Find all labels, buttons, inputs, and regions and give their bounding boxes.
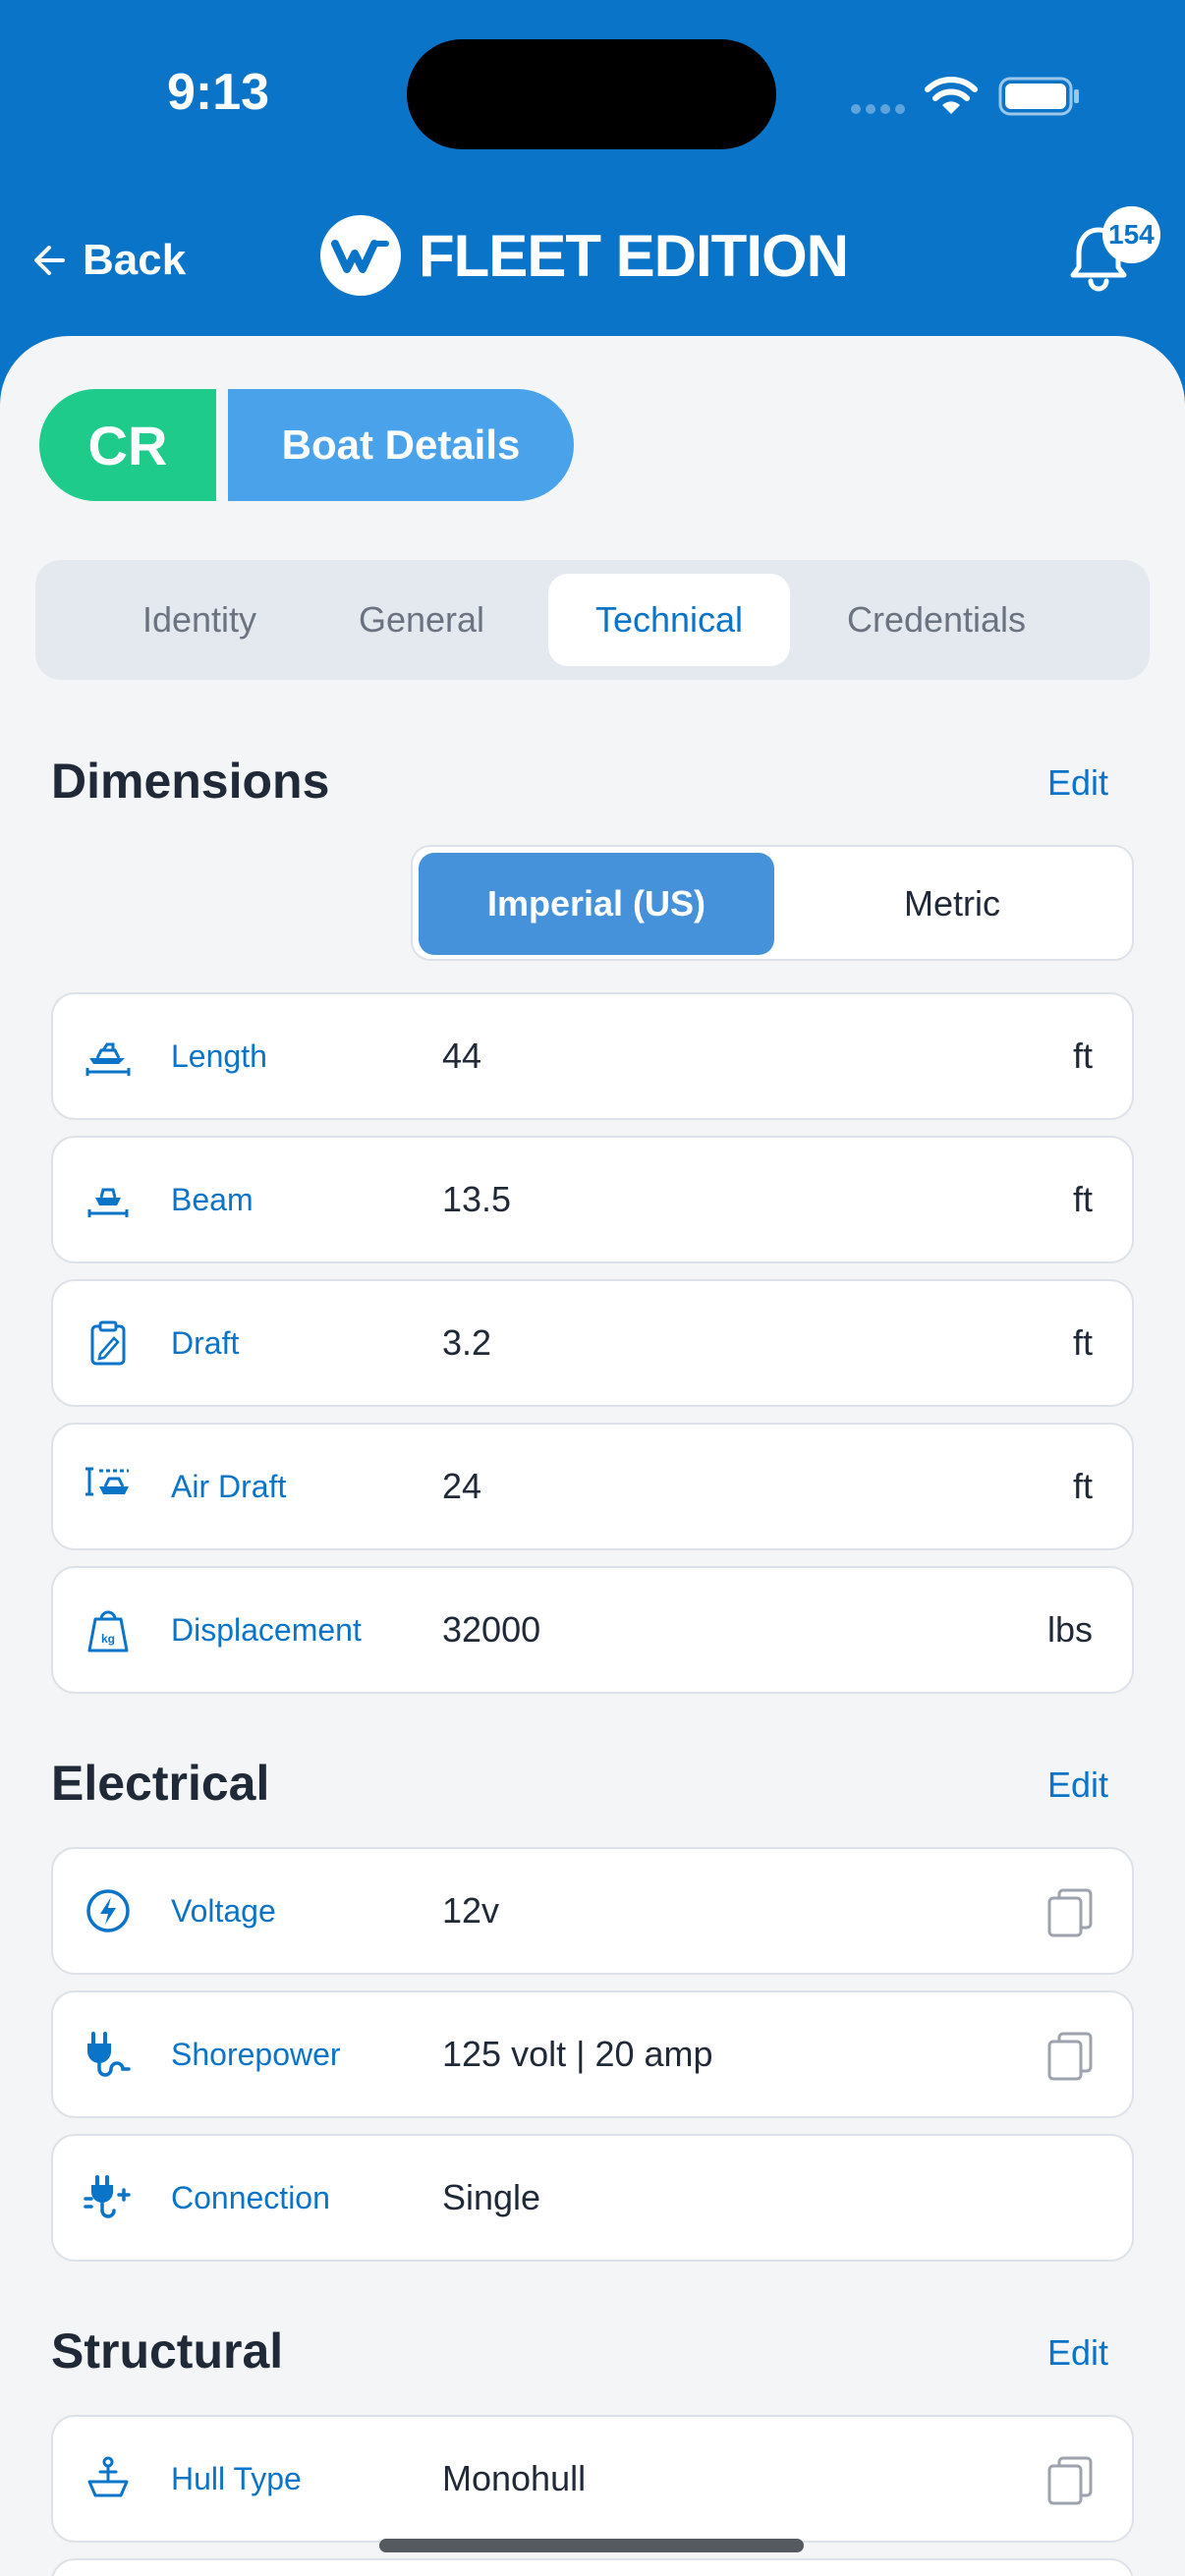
row-value: 24 [442,1466,482,1506]
list-item-voltage: Voltage 12v [51,1847,1134,1975]
list-item-shorepower: Shorepower 125 volt | 20 amp [51,1990,1134,2118]
tab-identity[interactable]: Identity [112,574,287,666]
tab-bar: Identity General Technical Credentials [35,560,1150,680]
list-item-connection: Connection Single [51,2134,1134,2262]
status-bar: 9:13 [0,0,1185,187]
boat-initials-badge: CR [39,389,216,501]
row-value: Single [442,2177,541,2217]
row-label: Voltage [171,1892,276,1929]
row-value: 3.2 [442,1322,492,1363]
row-value: Monohull [442,2458,587,2498]
list-item-length: Length 44 ft [51,992,1134,1120]
list-item-draft: Draft 3.2 ft [51,1279,1134,1407]
dimensions-edit-button[interactable]: Edit [1047,762,1108,804]
arrow-left-icon [34,246,65,275]
list-item-displacement: kg Displacement 32000 lbs [51,1566,1134,1694]
copy-icon[interactable] [1045,1886,1095,1937]
dimensions-heading: Dimensions [51,754,330,809]
row-label: Shorepower [171,2036,341,2072]
battery-icon [998,77,1079,116]
row-unit: ft [1072,1322,1093,1363]
row-value: 125 volt | 20 amp [442,2034,713,2074]
brand-name: FLEET EDITION [419,222,849,289]
row-unit: ft [1072,1036,1093,1076]
notification-badge: 154 [1102,206,1160,263]
back-label: Back [83,236,187,284]
back-button[interactable]: Back [29,226,186,295]
electrical-heading: Electrical [51,1756,270,1811]
weight-kg-icon: kg [81,1602,136,1657]
cellular-signal-icon [851,104,905,114]
content-sheet: CR Boat Details Identity General Technic… [0,336,1185,2576]
wifi-icon [925,77,978,114]
plug-icon [81,2027,136,2082]
row-label: Displacement [171,1611,362,1648]
nav-bar: Back FLEET EDITION 154 [0,196,1185,324]
row-label: Length [171,1037,267,1074]
list-item-air-draft: Air Draft 24 ft [51,1423,1134,1550]
row-label: Draft [171,1324,240,1361]
row-value: 12v [442,1890,500,1931]
row-unit: lbs [1046,1609,1093,1650]
copy-icon[interactable] [1045,2454,1095,2505]
unit-imperial-button[interactable]: Imperial (US) [419,853,774,955]
boat-beam-icon [81,1172,136,1227]
tab-credentials[interactable]: Credentials [827,574,1045,666]
row-label: Connection [171,2179,330,2215]
list-item-next [51,2558,1134,2576]
tab-general[interactable]: General [340,574,503,666]
status-time: 9:13 [167,64,270,121]
tab-technical[interactable]: Technical [548,574,790,666]
clipboard-draft-icon [81,1316,136,1371]
row-unit: ft [1072,1179,1093,1219]
row-value: 32000 [442,1609,541,1650]
brand: FLEET EDITION [320,210,849,301]
structural-heading: Structural [51,2324,284,2379]
svg-text:kg: kg [101,1632,115,1646]
row-label: Beam [171,1181,254,1217]
dynamic-island [407,39,776,149]
row-label: Hull Type [171,2460,302,2496]
electrical-edit-button[interactable]: Edit [1047,1764,1108,1806]
page-title: Boat Details [228,389,574,501]
row-label: Air Draft [171,1468,287,1504]
home-indicator[interactable] [379,2539,804,2552]
boat-length-icon [81,1029,136,1084]
unit-toggle: Imperial (US) Metric [411,845,1134,961]
lightning-icon [81,1883,136,1938]
list-item-hull-type: Hull Type Monohull [51,2415,1134,2543]
row-value: 13.5 [442,1179,512,1219]
boat-header: CR Boat Details [39,389,574,501]
brand-logo-icon [320,215,401,296]
hull-icon [81,2451,136,2506]
double-plug-icon [81,2170,136,2225]
unit-metric-button[interactable]: Metric [774,853,1130,955]
list-item-beam: Beam 13.5 ft [51,1136,1134,1263]
row-unit: ft [1072,1466,1093,1506]
row-value: 44 [442,1036,482,1076]
structural-edit-button[interactable]: Edit [1047,2332,1108,2374]
copy-icon[interactable] [1045,2030,1095,2081]
air-draft-icon [81,1459,136,1514]
